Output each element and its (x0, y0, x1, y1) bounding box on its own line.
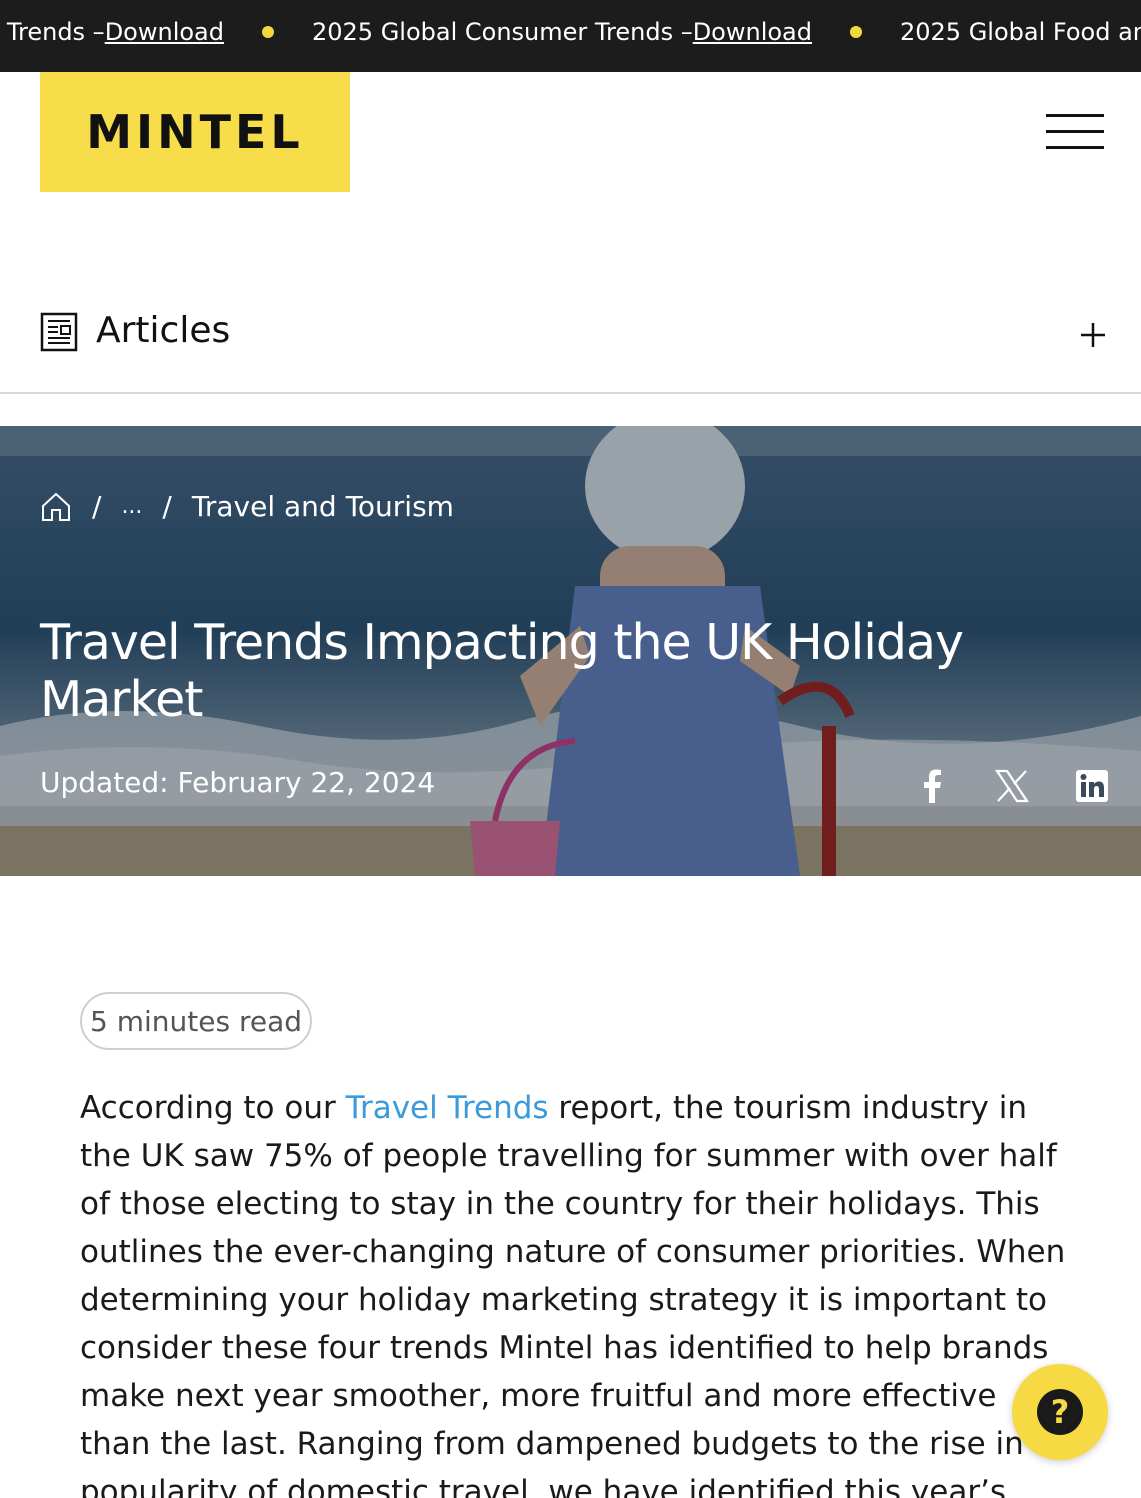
articles-section-toggle[interactable]: Articles (0, 290, 1141, 394)
x-twitter-icon (995, 769, 1029, 803)
breadcrumb-separator: / (92, 490, 102, 523)
ticker-download-link[interactable]: Download (693, 18, 812, 46)
section-label: Articles (96, 310, 231, 351)
breadcrumb-current[interactable]: Travel and Tourism (192, 490, 454, 523)
ticker-item: 2025 Global Consumer Trends – Download (311, 18, 812, 46)
ticker-item: 2025 Global Food and Drink Trends (900, 18, 1141, 46)
breadcrumb-ellipsis[interactable]: ... (121, 494, 142, 519)
updated-date: Updated: February 22, 2024 (40, 766, 436, 799)
x-share-button[interactable] (992, 766, 1032, 806)
newspaper-icon (40, 312, 78, 352)
facebook-share-button[interactable] (912, 766, 952, 806)
question-icon: ? (1037, 1389, 1083, 1435)
hero-banner: / ... / Travel and Tourism Travel Trends… (0, 426, 1141, 876)
linkedin-share-button[interactable] (1072, 766, 1112, 806)
breadcrumb: / ... / Travel and Tourism (40, 490, 454, 523)
logo-text: MINTEL (86, 105, 304, 159)
hamburger-menu-button[interactable] (1046, 114, 1104, 150)
facebook-icon (924, 769, 941, 803)
home-icon[interactable] (40, 491, 72, 523)
menu-line-icon (1046, 114, 1104, 117)
read-time-badge: 5 minutes read (80, 992, 312, 1050)
menu-line-icon (1046, 146, 1104, 149)
mintel-logo[interactable]: MINTEL (40, 72, 350, 192)
travel-trends-link[interactable]: Travel Trends (346, 1090, 549, 1126)
breadcrumb-separator: / (162, 490, 172, 523)
announcement-ticker: 2025 Global Travel Trends – Download 202… (0, 0, 1141, 72)
plus-icon[interactable] (1078, 320, 1108, 350)
linkedin-icon (1076, 770, 1108, 802)
help-button[interactable]: ? (1012, 1364, 1108, 1460)
page-title: Travel Trends Impacting the UK Holiday M… (40, 614, 964, 728)
menu-line-icon (1046, 130, 1104, 133)
ticker-dot-icon (850, 26, 862, 38)
ticker-dot-icon (261, 26, 274, 38)
ticker-download-link[interactable]: Download (105, 18, 224, 46)
article-intro: According to our Travel Trends report, t… (80, 1090, 1066, 1498)
ticker-item: 2025 Global Travel Trends – Download (0, 18, 224, 46)
site-header: MINTEL (0, 72, 1141, 272)
